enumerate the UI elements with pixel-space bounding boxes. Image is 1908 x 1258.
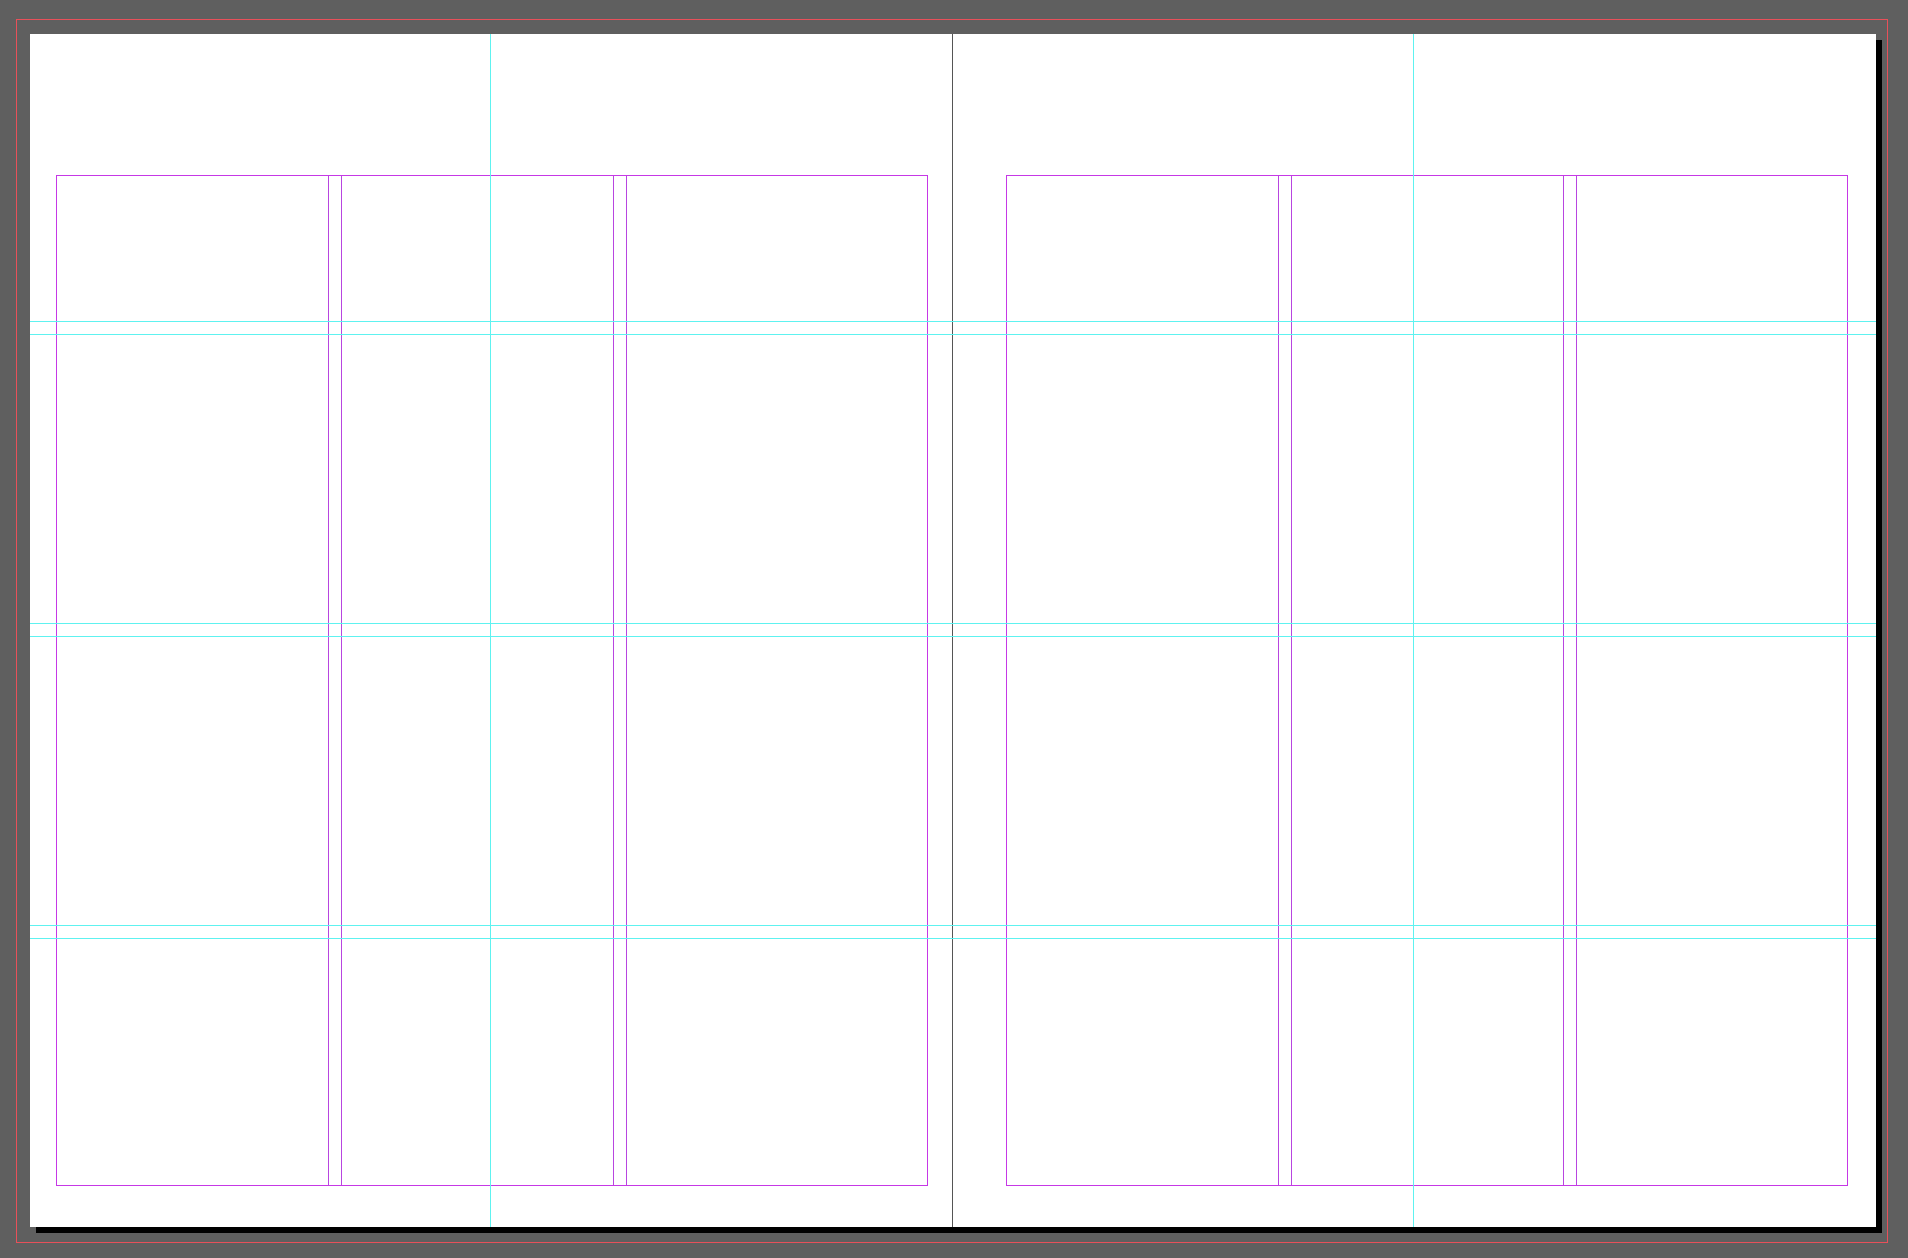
ruler-guide-horizontal[interactable]: [30, 623, 1876, 624]
column-guide: [1278, 176, 1279, 1185]
column-guide: [328, 176, 329, 1185]
ruler-guide-horizontal[interactable]: [30, 938, 1876, 939]
ruler-guide-vertical[interactable]: [1413, 34, 1414, 1227]
ruler-guide-horizontal[interactable]: [30, 925, 1876, 926]
column-guide: [1563, 176, 1564, 1185]
ruler-guide-vertical[interactable]: [490, 34, 491, 1227]
spread-spine: [952, 34, 953, 1227]
ruler-guide-horizontal[interactable]: [30, 334, 1876, 335]
left-page[interactable]: [30, 34, 952, 1227]
left-page-margin-guide: [56, 175, 928, 1186]
right-page-margin-guide: [1006, 175, 1848, 1186]
column-guide: [1576, 176, 1577, 1185]
ruler-guide-horizontal[interactable]: [30, 636, 1876, 637]
pasteboard[interactable]: [0, 0, 1908, 1258]
column-guide: [626, 176, 627, 1185]
column-guide: [613, 176, 614, 1185]
column-guide: [1291, 176, 1292, 1185]
page-spread[interactable]: [30, 34, 1876, 1227]
ruler-guide-horizontal[interactable]: [30, 321, 1876, 322]
right-page[interactable]: [952, 34, 1876, 1227]
column-guide: [341, 176, 342, 1185]
